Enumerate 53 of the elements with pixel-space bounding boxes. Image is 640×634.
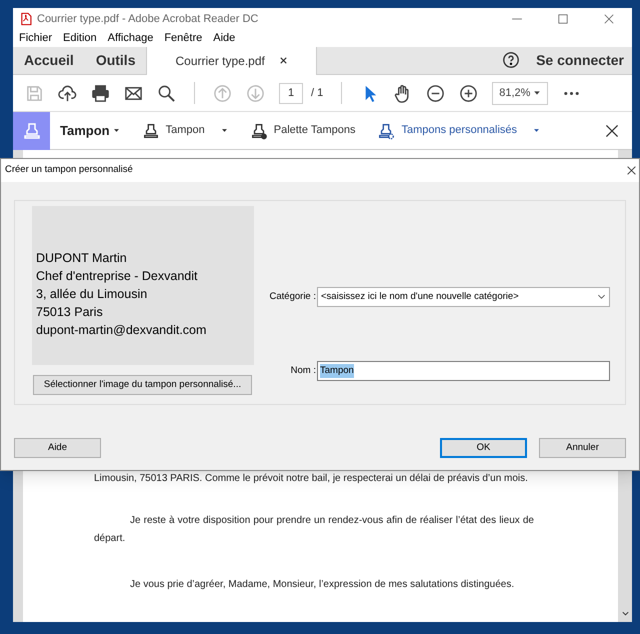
paragraph: Je reste à votre disposition pour prendre un rendez-vous afin de réaliser l’état des lieux de départ. [94,514,534,546]
chevron-down-icon [597,292,606,302]
stamp-tool-button[interactable]: Tampon [142,122,228,140]
zoom-in-icon[interactable] [459,84,478,103]
stamp-tool-button[interactable]: Palette Tampons [250,122,356,140]
field-label: Catégorie : [268,290,317,304]
preview-text: Chef d'entreprise - Dexvandit [36,268,198,284]
page-total: / 1 [311,86,324,101]
printer-icon[interactable] [91,84,110,103]
dialog-title: Créer un tampon personnalisé [5,163,133,178]
menu-item[interactable]: Fichier [19,30,52,46]
preview-text: DUPONT Martin [36,250,128,266]
menu-item[interactable]: Edition [63,30,97,46]
preview-text: dupont-martin@dexvandit.com [36,322,208,338]
dialog-button[interactable]: Aide [14,438,101,458]
preview-text: 3, allée du Limousin [36,286,148,302]
paragraph: Limousin, 75013 PARIS. Comme le prévoit notre bail, je respecterai un délai de préavis d’un mois. [94,472,529,486]
zoom-dropdown[interactable]: 81,2% [492,82,548,105]
help-icon[interactable] [502,51,520,70]
maximize-icon[interactable] [556,12,570,26]
stamp-menu-button[interactable]: Tampon [60,120,120,140]
pdf-file-icon [19,12,33,26]
preview-text: 75013 Paris [36,304,104,320]
close-icon[interactable] [604,122,620,138]
caret-icon [533,89,542,98]
caret-icon [112,127,120,134]
menu-item[interactable]: Fenêtre [164,30,202,46]
paragraph: Je vous prie d’agréer, Madame, Monsieur, l’expression de mes salutations distinguées. [129,578,516,592]
close-icon[interactable] [626,165,637,176]
scroll-down-icon[interactable] [621,609,630,618]
document-tab[interactable]: Courrier type.pdf [146,46,317,76]
category-dropdown[interactable]: <saisissez ici le nom d'une nouvelle catégorie> [317,286,610,307]
dialog-button[interactable]: Annuler [539,438,626,458]
stamp-palette-icon [250,122,268,140]
zoom-out-icon[interactable] [426,84,446,103]
page-number-field[interactable]: 1 [279,82,303,104]
close-icon[interactable] [602,12,616,26]
sign-in-button[interactable]: Se connecter [536,50,624,71]
menu-item[interactable]: Affichage [108,30,154,46]
nav-tab[interactable]: Accueil [13,46,85,74]
stamp-icon [22,120,42,140]
stamp-icon [142,122,160,140]
cloud-upload-icon[interactable] [58,84,77,103]
close-icon[interactable] [278,56,288,66]
menu-item[interactable]: Aide [213,30,236,46]
stamp-tool-button[interactable]: Tampons personnalisés [377,122,540,140]
window-title: Courrier type.pdf - Adobe Acrobat Reader DC [37,12,258,27]
name-field[interactable]: Tampon [317,361,610,382]
search-icon[interactable] [157,84,176,103]
select-image-button[interactable]: Sélectionner l'image du tampon personnalisé... [33,375,252,395]
dialog-button[interactable]: OK [440,438,527,458]
field-label: Nom : [290,364,317,378]
nav-tab[interactable]: Outils [84,46,146,74]
